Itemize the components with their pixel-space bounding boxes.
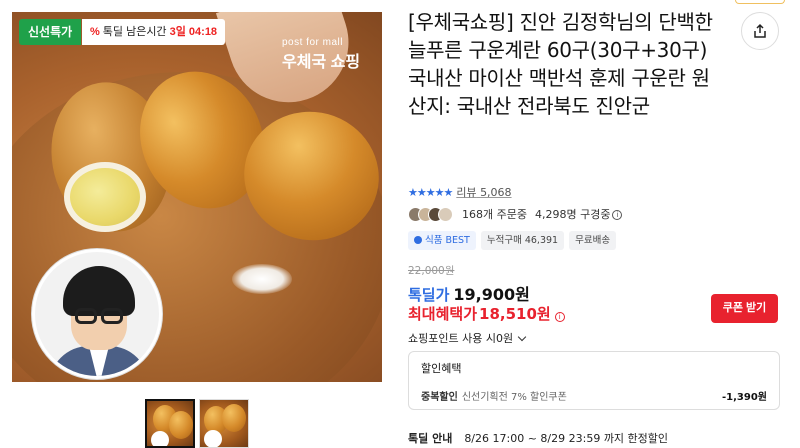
deal-price-row: 톡딜가 19,900원 [408,281,530,305]
deal-notice-text: 8/26 17:00 ~ 8/29 23:59 까지 한정할인 [464,432,669,445]
avatar-glasses [101,308,123,324]
share-button[interactable] [741,12,779,50]
points-text: 쇼핑포인트 사용 시0원 [408,332,514,345]
deal-notice: 톡딜 안내 8/26 17:00 ~ 8/29 23:59 까지 한정할인 [408,430,668,446]
percent-icon: % [90,26,100,38]
seller-avatar [32,249,162,379]
avatar-hair [63,266,135,316]
max-benefit-info-icon[interactable]: i [554,312,565,322]
discount-header: 할인혜택 [421,362,462,375]
avatar-glasses [75,308,97,324]
deal-timer-badge: % 톡딜 남은시간 3일 04:18 [82,19,226,45]
rating-row: ★★★★★ 리뷰 5,068 [408,184,512,200]
free-shipping-chip: 무료배송 [569,231,617,250]
product-main-image[interactable]: post for mall 우체국 쇼핑 [12,12,382,382]
review-link[interactable]: 리뷰 5,068 [456,184,511,200]
deal-price: 19,900원 [453,285,530,304]
share-tooltip-edge [735,0,785,4]
points-dropdown[interactable]: 쇼핑포인트 사용 시0원 [408,330,527,346]
order-stats-row: 168개 주문중 4,298명 구경중 i [408,206,623,222]
max-benefit-row: 최대혜택가 18,510원 i [408,303,565,324]
deal-notice-label: 톡딜 안내 [408,432,453,445]
discount-type: 중복할인 [421,392,458,403]
chevron-down-icon [517,332,527,341]
discount-row: 중복할인 신선기획전 7% 할인쿠폰 -1,390원 [421,388,767,403]
badge-chips: 식품 BEST 누적구매 46,391 무료배송 [408,231,617,250]
egg-graphic [169,411,193,439]
review-label: 리뷰 [456,186,477,199]
best-icon [414,236,422,244]
brand-logo-name: 우체국 쇼핑 [282,54,361,71]
discount-box: 할인혜택 중복할인 신선기획전 7% 할인쿠폰 -1,390원 [408,351,780,410]
salt-graphic [232,264,292,294]
orders-count: 168개 주문중 [462,208,527,221]
info-icon: i [612,210,623,220]
brand-logo: post for mall 우체국 쇼핑 [282,38,360,72]
thumbnail-2[interactable] [199,399,249,448]
discount-name: 중복할인 신선기획전 7% 할인쿠폰 [421,388,567,403]
share-icon [754,23,766,38]
deal-price-label: 톡딜가 [408,286,450,304]
avatar-mini [151,431,169,446]
thumbnail-strip [145,399,249,448]
viewers-count-text: 4,298명 구경중 [534,208,611,221]
egg-graphic [222,404,246,432]
max-benefit-label: 최대혜택가 [408,305,478,323]
egg-yolk-graphic [64,162,146,232]
food-best-chip[interactable]: 식품 BEST [408,231,476,250]
deal-timer-value: 3일 04:18 [169,26,218,38]
brand-logo-small: post for mall [282,37,343,48]
special-price-badge: 신선특가 [19,19,82,45]
food-best-label: 식품 BEST [425,235,470,246]
review-count: 5,068 [480,186,512,199]
cumulative-purchase-chip: 누적구매 46,391 [480,231,565,250]
buyer-avatars [408,206,453,222]
thumbnail-1[interactable] [145,399,195,448]
avatar-mini [204,430,222,447]
deal-timer-label: 톡딜 남은시간 [102,26,167,38]
star-rating-icon: ★★★★★ [408,185,453,199]
original-price: 22,000원 [408,265,455,277]
discount-amount: -1,390원 [722,392,767,403]
buyer-avatar [438,206,453,222]
discount-detail: 신선기획전 7% 할인쿠폰 [461,392,567,403]
viewers-count[interactable]: 4,298명 구경중 i [534,206,623,222]
max-benefit-price: 18,510원 [479,305,551,323]
coupon-button[interactable]: 쿠폰 받기 [711,294,778,323]
product-title: [우체국쇼핑] 진안 김정학님의 단백한 늘푸른 구운계란 60구(30구+30… [408,10,713,118]
